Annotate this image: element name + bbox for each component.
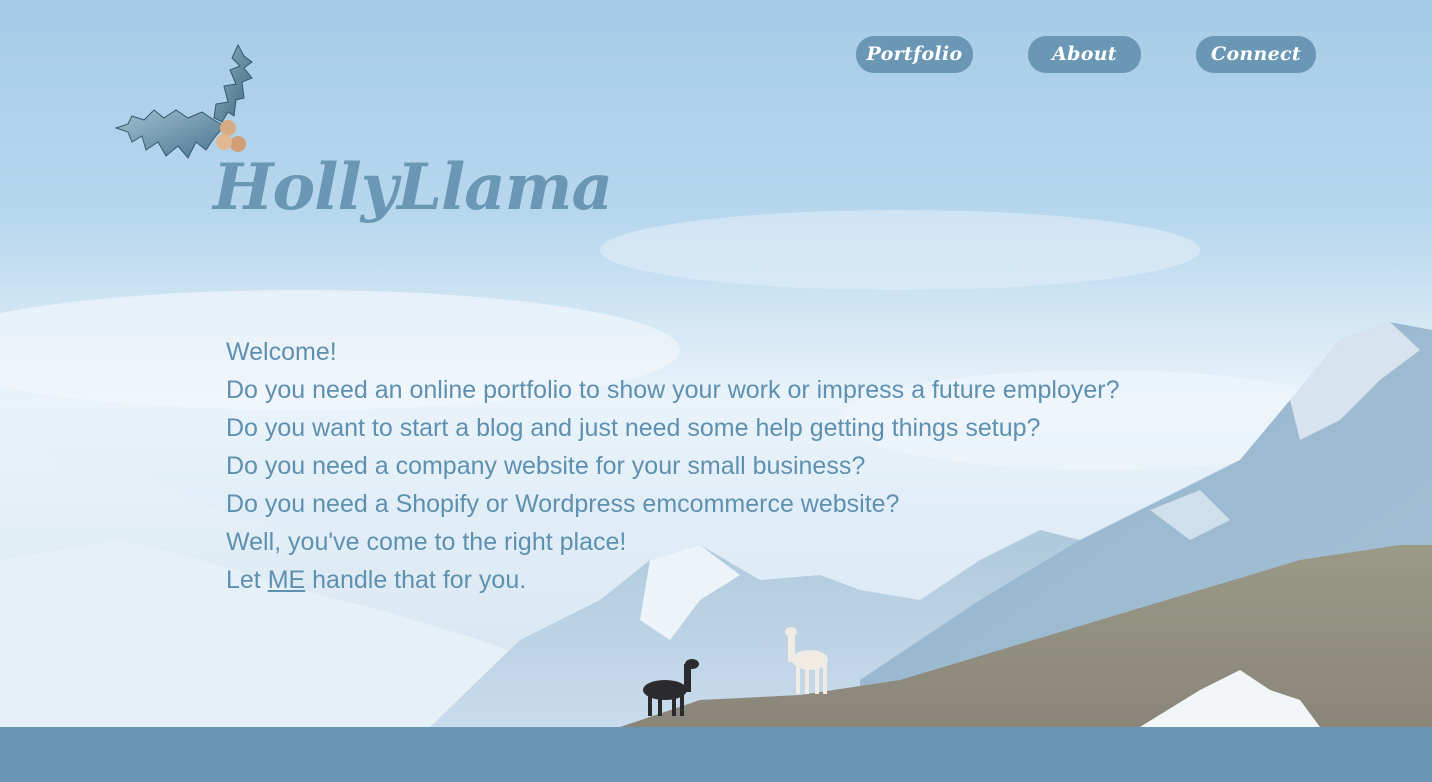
intro-last-suffix: handle that for you. bbox=[305, 566, 527, 594]
intro-last-prefix: Let bbox=[226, 566, 268, 594]
intro-line: Do you want to start a blog and just nee… bbox=[226, 414, 1041, 442]
footer-bar bbox=[0, 727, 1432, 782]
me-link[interactable]: ME bbox=[268, 566, 306, 594]
nav-portfolio-button[interactable]: Portfolio bbox=[856, 36, 973, 73]
intro-text: Welcome! Do you need an online portfolio… bbox=[226, 333, 1226, 599]
nav-connect-button[interactable]: Connect bbox=[1196, 36, 1316, 73]
intro-last-line: Let ME handle that for you. bbox=[226, 561, 1226, 599]
intro-line: Do you need a company website for your s… bbox=[226, 452, 866, 480]
intro-line: Do you need a Shopify or Wordpress emcom… bbox=[226, 490, 900, 518]
nav-about-button[interactable]: About bbox=[1028, 36, 1141, 73]
brand-logo-text[interactable]: HollyLlama bbox=[213, 150, 613, 225]
intro-line: Well, you've come to the right place! bbox=[226, 528, 627, 556]
intro-line: Welcome! bbox=[226, 338, 337, 366]
intro-line: Do you need an online portfolio to show … bbox=[226, 376, 1120, 404]
